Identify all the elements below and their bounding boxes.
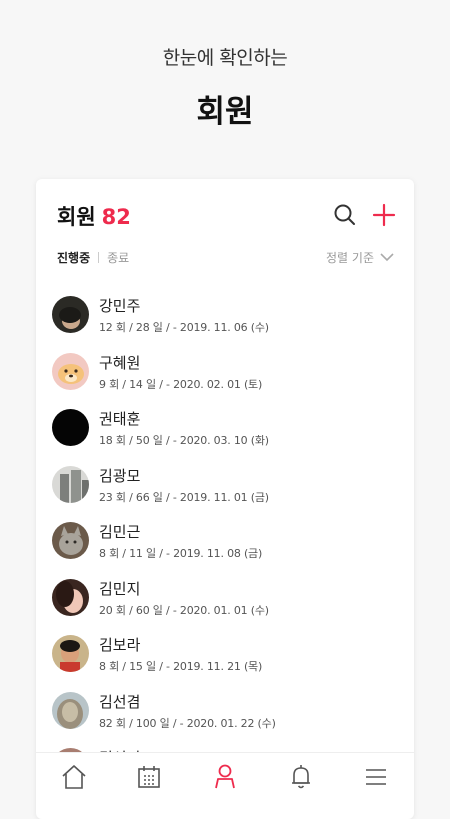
member-name: 김민근: [99, 523, 141, 541]
member-name: 권태훈: [99, 410, 141, 428]
member-meta: 8 회 / 11 일 / - 2019. 11. 08 (금): [99, 547, 263, 560]
avatar: [52, 409, 89, 446]
bottom-tab-bar: [36, 752, 414, 800]
building-photo-icon: [52, 465, 89, 503]
member-card: 회원 82 진행중 종료 정렬 기준 강민주 12 회 / 28 일 / - 2…: [36, 179, 414, 819]
search-icon: [334, 204, 355, 225]
member-meta: 23 회 / 66 일 / - 2019. 11. 01 (금): [99, 490, 269, 504]
avatar: [52, 296, 89, 333]
member-name: 김민지: [99, 579, 141, 598]
member-meta: 8 회 / 15 일 / - 2019. 11. 21 (목): [99, 660, 263, 673]
bell-icon: [291, 764, 310, 788]
member-item[interactable]: 김광모 23 회 / 66 일 / - 2019. 11. 01 (금): [36, 456, 414, 513]
member-meta: 18 회 / 50 일 / - 2020. 03. 10 (화): [99, 434, 269, 447]
avatar-photo-icon: [52, 296, 89, 333]
search-button[interactable]: [333, 203, 357, 227]
plus-icon: [372, 203, 396, 227]
chevron-down-icon: [380, 253, 394, 262]
member-item[interactable]: 권태훈 18 회 / 50 일 / - 2020. 03. 10 (화): [36, 399, 414, 456]
tab-calendar[interactable]: [129, 757, 169, 797]
home-icon: [62, 764, 86, 789]
hero-title: 회원: [196, 94, 254, 130]
avatar: [52, 352, 89, 390]
filter-ended-tab[interactable]: 종료: [107, 249, 129, 266]
member-name: 구혜원: [99, 353, 141, 372]
member-name: 김광모: [99, 466, 141, 485]
member-item[interactable]: 김민근 8 회 / 11 일 / - 2019. 11. 08 (금): [36, 512, 414, 569]
member-meta: 82 회 / 100 일 / - 2020. 01. 22 (수): [99, 716, 276, 730]
filter-divider: [98, 252, 100, 263]
card-title: 회원: [57, 205, 96, 229]
hero: 한눈에 확인하는 회원: [0, 0, 450, 180]
black-photo-icon: [52, 409, 89, 446]
member-icon: [215, 764, 235, 788]
avatar: [52, 465, 89, 503]
member-item[interactable]: 강민주 12 회 / 28 일 / - 2019. 11. 06 (수): [36, 286, 414, 343]
member-item[interactable]: 김민지 20 회 / 60 일 / - 2020. 01. 01 (수): [36, 569, 414, 626]
member-meta: 9 회 / 14 일 / - 2020. 02. 01 (토): [99, 377, 263, 391]
member-list: 강민주 12 회 / 28 일 / - 2019. 11. 06 (수) 구혜원…: [36, 286, 414, 795]
tab-notifications[interactable]: [281, 757, 321, 797]
filter-active-tab[interactable]: 진행중: [57, 249, 90, 266]
avatar: [52, 691, 89, 729]
tab-home[interactable]: [54, 757, 94, 797]
member-name: 김선겸: [99, 692, 141, 711]
avatar: [52, 635, 89, 672]
cat-photo-icon: [52, 522, 89, 559]
child-photo-icon: [52, 635, 89, 672]
card-header: 회원 82: [57, 201, 131, 231]
member-item[interactable]: 김보라 8 회 / 15 일 / - 2019. 11. 21 (목): [36, 625, 414, 682]
member-name: 김보라: [99, 636, 141, 654]
tab-menu[interactable]: [356, 757, 396, 797]
avatar: [52, 522, 89, 559]
hero-subtitle: 한눈에 확인하는: [162, 47, 288, 69]
member-meta: 20 회 / 60 일 / - 2020. 01. 01 (수): [99, 603, 269, 617]
sort-label: 정렬 기준: [326, 251, 374, 265]
member-item[interactable]: 구혜원 9 회 / 14 일 / - 2020. 02. 01 (토): [36, 343, 414, 400]
member-name: 강민주: [99, 297, 141, 315]
calendar-icon: [138, 765, 161, 788]
member-count: 82: [101, 205, 131, 229]
status-filters: 진행중 종료: [57, 249, 129, 266]
tower-photo-icon: [52, 691, 89, 729]
tab-members[interactable]: [205, 757, 245, 797]
avatar: [52, 578, 89, 616]
member-meta: 12 회 / 28 일 / - 2019. 11. 06 (수): [99, 321, 269, 334]
menu-icon: [366, 768, 387, 785]
member-item[interactable]: 김선겸 82 회 / 100 일 / - 2020. 01. 22 (수): [36, 682, 414, 739]
sort-dropdown[interactable]: 정렬 기준: [326, 249, 394, 266]
add-member-button[interactable]: [372, 203, 396, 227]
dog-photo-icon: [52, 352, 89, 390]
woman-photo-icon: [52, 578, 89, 616]
